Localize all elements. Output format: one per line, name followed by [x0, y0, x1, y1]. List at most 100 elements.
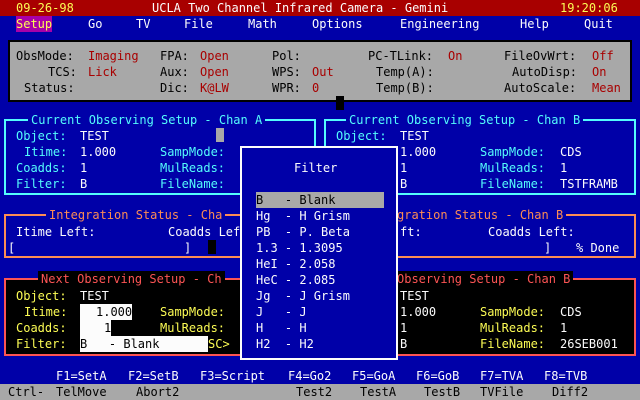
filter-option[interactable]: PB - P. Beta — [256, 224, 384, 240]
filter-option[interactable]: B - Blank — [256, 192, 384, 208]
chan-a-object-label: Object: — [16, 129, 67, 143]
next-b-filename-value[interactable]: 26SEB001 — [560, 336, 618, 352]
menu-go[interactable]: Go — [88, 16, 102, 32]
chan-b-mulreads-value[interactable]: 1 — [560, 160, 567, 176]
chan-a-itime-label: Itime: — [24, 145, 68, 159]
next-a-sampmode-label: SampMode: — [160, 305, 226, 319]
next-a-coadds-value[interactable]: 1 — [80, 320, 112, 336]
next-a-itime-value[interactable]: 1.000 — [80, 304, 133, 320]
tempa-label: Temp(A): — [376, 65, 434, 79]
ctrl-diff2-key[interactable]: Diff2 — [552, 384, 588, 400]
ctrl-testb-key[interactable]: TestB — [424, 384, 460, 400]
chan-a-mulreads-label: MulReads: — [160, 161, 226, 175]
menu-engineering[interactable]: Engineering — [400, 16, 479, 32]
next-a-filter-value[interactable]: B - Blank — [80, 336, 208, 352]
aux-label: Aux: — [160, 65, 189, 79]
pctlink-value: On — [448, 49, 463, 63]
f2-setb-key[interactable]: F2=SetB — [128, 368, 179, 384]
chan-a-object-value[interactable]: TEST — [80, 128, 109, 144]
next-b-sampmode-label: SampMode: — [480, 305, 546, 319]
next-a-object-value[interactable]: TEST — [80, 288, 109, 304]
chan-a-progress-left-bracket: [ — [8, 241, 16, 255]
chan-a-progress-cursor — [208, 240, 216, 254]
next-a-object-label: Object: — [16, 289, 67, 303]
chan-b-filename-value[interactable]: TSTFRAMB — [560, 176, 618, 192]
wpr-value: 0 — [312, 81, 320, 95]
chan-b-itime-value[interactable]: 1.000 — [400, 144, 436, 160]
f5-goa-key[interactable]: F5=GoA — [352, 368, 395, 384]
next-b-itime-value[interactable]: 1.000 — [400, 304, 436, 320]
chan-b-itime-left-label: ft: — [400, 225, 422, 239]
menu-math[interactable]: Math — [248, 16, 277, 32]
f3-script-key[interactable]: F3=Script — [200, 368, 265, 384]
date-display: 09-26-98 — [16, 1, 74, 15]
next-a-itime-label: Itime: — [24, 305, 68, 319]
ctrl-abort2-key[interactable]: Abort2 — [136, 384, 179, 400]
ctrl-testa-key[interactable]: TestA — [360, 384, 396, 400]
filter-option[interactable]: 1.3 - 1.3095 — [256, 240, 384, 256]
f1-seta-key[interactable]: F1=SetA — [56, 368, 107, 384]
chan-b-coadds-value[interactable]: 1 — [400, 160, 407, 176]
next-a-script-indicator: SC> — [208, 337, 230, 351]
chan-b-sampmode-value[interactable]: CDS — [560, 144, 582, 160]
menu-tv[interactable]: TV — [136, 16, 150, 32]
filter-option[interactable]: HeC - 2.085 — [256, 272, 384, 288]
autoscale-label: AutoScale: — [504, 81, 577, 95]
chan-b-coadds-left-label: Coadds Left: — [488, 225, 575, 239]
ctrl-tvfile-key[interactable]: TVFile — [480, 384, 523, 400]
app-title: UCLA Two Channel Infrared Camera - Gemin… — [152, 1, 449, 15]
menu-file[interactable]: File — [184, 16, 213, 32]
chan-b-integration-title: gration Status - Chan B — [394, 207, 567, 223]
aux-value: Open — [200, 65, 229, 79]
ctrl-test2-key[interactable]: Test2 — [296, 384, 332, 400]
next-b-sampmode-value[interactable]: CDS — [560, 304, 582, 320]
autoscale-value: Mean — [592, 81, 621, 95]
f8-tvb-key[interactable]: F8=TVB — [544, 368, 587, 384]
chan-a-filter-value[interactable]: B — [80, 176, 87, 192]
tempb-label: Temp(B): — [376, 81, 434, 95]
next-b-filter-value[interactable]: B — [400, 336, 407, 352]
chan-b-done-label: % Done — [576, 241, 620, 255]
chan-b-object-value[interactable]: TEST — [400, 128, 429, 144]
next-b-object-value[interactable]: TEST — [400, 288, 429, 304]
menu-help[interactable]: Help — [520, 16, 549, 32]
f7-tva-key[interactable]: F7=TVA — [480, 368, 523, 384]
f6-gob-key[interactable]: F6=GoB — [416, 368, 459, 384]
menu-options[interactable]: Options — [312, 16, 363, 32]
wps-label: WPS: — [272, 65, 301, 79]
filter-option[interactable]: Jg - J Grism — [256, 288, 384, 304]
dic-value: K@LW — [200, 81, 229, 95]
chan-a-filter-label: Filter: — [16, 177, 67, 191]
next-b-coadds-value[interactable]: 1 — [400, 320, 407, 336]
f4-go2-key[interactable]: F4=Go2 — [288, 368, 331, 384]
chan-b-object-label: Object: — [336, 129, 387, 143]
chan-a-itime-value[interactable]: 1.000 — [80, 144, 116, 160]
chan-b-filter-value[interactable]: B — [400, 176, 407, 192]
chan-a-coadds-label: Coadds: — [16, 161, 67, 175]
chan-b-filename-label: FileName: — [480, 177, 546, 191]
menu-quit[interactable]: Quit — [584, 16, 613, 32]
chan-a-coadds-value[interactable]: 1 — [80, 160, 87, 176]
pctlink-label: PC-TLink: — [368, 49, 434, 63]
wpr-label: WPR: — [272, 81, 301, 95]
obsmode-label: ObsMode: — [16, 49, 74, 63]
fileovwrt-value: Off — [592, 49, 614, 63]
time-display: 19:20:06 — [560, 1, 618, 15]
filter-option[interactable]: H2 - H2 — [256, 336, 384, 352]
filter-option[interactable]: Hg - H Grism — [256, 208, 384, 224]
cursor-block — [336, 96, 344, 110]
chan-b-mulreads-label: MulReads: — [480, 161, 546, 175]
next-b-mulreads-value[interactable]: 1 — [560, 320, 567, 336]
chan-a-coadds-left-label: Coadds Lef — [168, 225, 241, 239]
filter-dialog-title: Filter — [294, 161, 338, 175]
menu-setup[interactable]: Setup — [16, 16, 53, 32]
ctrl-telmove-key[interactable]: TelMove — [56, 384, 107, 400]
filter-option[interactable]: H - H — [256, 320, 384, 336]
filter-option[interactable]: HeI - 2.058 — [256, 256, 384, 272]
chan-a-progress-right-bracket: ] — [184, 241, 192, 255]
chan-b-next-title: Observing Setup - Chan B — [394, 271, 574, 287]
tcs-label: TCS: — [48, 65, 77, 79]
tcs-value: Lick — [88, 65, 117, 79]
filter-option[interactable]: J - J — [256, 304, 384, 320]
next-b-filename-label: FileName: — [480, 337, 546, 351]
